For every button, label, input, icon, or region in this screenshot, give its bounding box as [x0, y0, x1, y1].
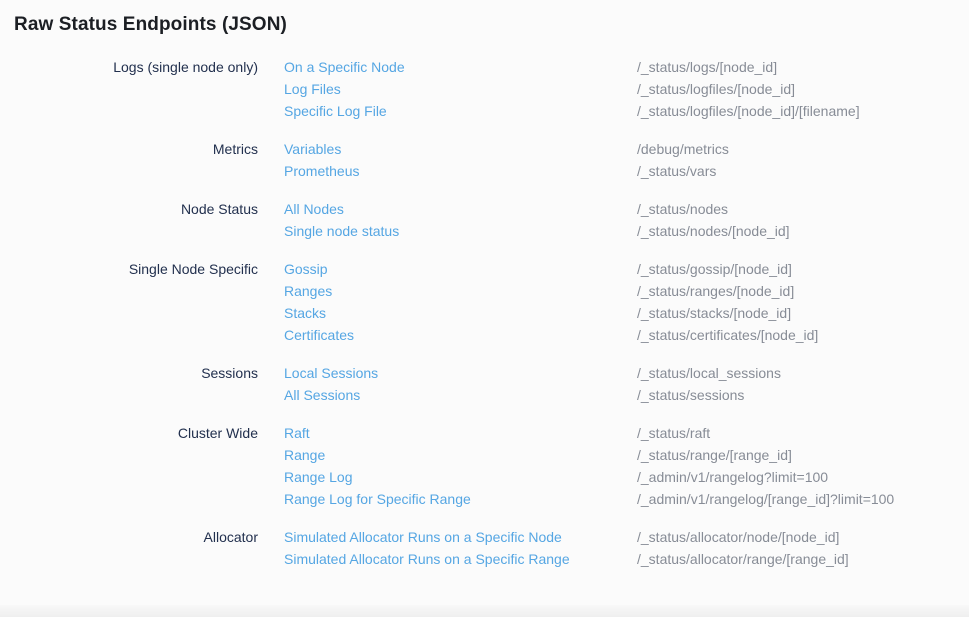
category-label: Single Node Specific — [0, 258, 258, 280]
endpoint-rows: Variables/debug/metricsPrometheus/_statu… — [284, 138, 729, 182]
endpoint-link[interactable]: All Sessions — [284, 384, 637, 406]
endpoint-link[interactable]: Gossip — [284, 258, 637, 280]
endpoint-link[interactable]: Variables — [284, 138, 637, 160]
endpoint-path: /_status/logfiles/[node_id] — [637, 78, 795, 100]
endpoint-path: /_status/vars — [637, 160, 716, 182]
endpoint-row: Simulated Allocator Runs on a Specific R… — [284, 548, 849, 570]
page-bottom-edge — [0, 605, 969, 617]
endpoint-row: All Nodes/_status/nodes — [284, 198, 790, 220]
endpoint-group: Logs (single node only) On a Specific Nod… — [0, 56, 969, 122]
endpoint-link[interactable]: Certificates — [284, 324, 637, 346]
endpoint-link[interactable]: Local Sessions — [284, 362, 637, 384]
endpoint-path: /_status/raft — [637, 422, 710, 444]
endpoint-path: /_status/certificates/[node_id] — [637, 324, 818, 346]
category-label: Sessions — [0, 362, 258, 384]
endpoint-link[interactable]: Simulated Allocator Runs on a Specific R… — [284, 548, 637, 570]
endpoint-row: All Sessions/_status/sessions — [284, 384, 781, 406]
page-title: Raw Status Endpoints (JSON) — [14, 14, 969, 36]
endpoint-path: /_status/logfiles/[node_id]/[filename] — [637, 100, 860, 122]
category-label: Cluster Wide — [0, 422, 258, 444]
endpoint-row: Variables/debug/metrics — [284, 138, 729, 160]
endpoint-path: /debug/metrics — [637, 138, 729, 160]
endpoint-link[interactable]: Single node status — [284, 220, 637, 242]
endpoint-row: Specific Log File/_status/logfiles/[node… — [284, 100, 860, 122]
endpoint-link[interactable]: On a Specific Node — [284, 56, 637, 78]
endpoint-link[interactable]: Stacks — [284, 302, 637, 324]
endpoint-rows: On a Specific Node/_status/logs/[node_id… — [284, 56, 860, 122]
endpoint-link[interactable]: Log Files — [284, 78, 637, 100]
endpoint-path: /_status/sessions — [637, 384, 744, 406]
endpoint-group: Sessions Local Sessions/_status/local_ses… — [0, 362, 969, 406]
endpoint-row: Prometheus/_status/vars — [284, 160, 729, 182]
endpoint-group: Allocator Simulated Allocator Runs on a S… — [0, 526, 969, 570]
endpoint-row: Gossip/_status/gossip/[node_id] — [284, 258, 818, 280]
endpoint-path: /_status/nodes/[node_id] — [637, 220, 790, 242]
endpoint-group: Metrics Variables/debug/metricsPrometheus… — [0, 138, 969, 182]
endpoint-row: Local Sessions/_status/local_sessions — [284, 362, 781, 384]
endpoint-rows: Simulated Allocator Runs on a Specific N… — [284, 526, 849, 570]
endpoint-path: /_status/stacks/[node_id] — [637, 302, 791, 324]
endpoint-link[interactable]: Ranges — [284, 280, 637, 302]
endpoint-row: Log Files/_status/logfiles/[node_id] — [284, 78, 860, 100]
endpoint-rows: Raft/_status/raftRange/_status/range/[ra… — [284, 422, 894, 510]
endpoint-groups: Logs (single node only) On a Specific Nod… — [0, 56, 969, 570]
endpoint-group: Single Node Specific Gossip/_status/gossi… — [0, 258, 969, 346]
endpoint-path: /_status/allocator/range/[range_id] — [637, 548, 849, 570]
endpoint-row: Range/_status/range/[range_id] — [284, 444, 894, 466]
endpoint-path: /_status/local_sessions — [637, 362, 781, 384]
endpoint-rows: Gossip/_status/gossip/[node_id]Ranges/_s… — [284, 258, 818, 346]
endpoint-path: /_status/nodes — [637, 198, 728, 220]
endpoint-row: Raft/_status/raft — [284, 422, 894, 444]
endpoint-row: Simulated Allocator Runs on a Specific N… — [284, 526, 849, 548]
endpoint-row: Single node status/_status/nodes/[node_i… — [284, 220, 790, 242]
endpoint-link[interactable]: Prometheus — [284, 160, 637, 182]
endpoint-row: Certificates/_status/certificates/[node_… — [284, 324, 818, 346]
endpoint-path: /_admin/v1/rangelog?limit=100 — [637, 466, 828, 488]
endpoint-link[interactable]: Range — [284, 444, 637, 466]
endpoint-path: /_status/allocator/node/[node_id] — [637, 526, 839, 548]
category-label: Allocator — [0, 526, 258, 548]
endpoint-link[interactable]: Range Log for Specific Range — [284, 488, 637, 510]
endpoint-path: /_status/gossip/[node_id] — [637, 258, 792, 280]
endpoint-link[interactable]: Simulated Allocator Runs on a Specific N… — [284, 526, 637, 548]
endpoint-link[interactable]: All Nodes — [284, 198, 637, 220]
endpoint-path: /_status/ranges/[node_id] — [637, 280, 794, 302]
endpoint-group: Node Status All Nodes/_status/nodesSingle… — [0, 198, 969, 242]
endpoint-row: Stacks/_status/stacks/[node_id] — [284, 302, 818, 324]
raw-status-endpoints-page: Raw Status Endpoints (JSON) Logs (single… — [0, 14, 969, 570]
endpoint-row: Ranges/_status/ranges/[node_id] — [284, 280, 818, 302]
category-label: Metrics — [0, 138, 258, 160]
endpoint-row: On a Specific Node/_status/logs/[node_id… — [284, 56, 860, 78]
category-label: Logs (single node only) — [0, 56, 258, 78]
endpoint-link[interactable]: Range Log — [284, 466, 637, 488]
endpoint-row: Range Log for Specific Range/_admin/v1/r… — [284, 488, 894, 510]
endpoint-link[interactable]: Specific Log File — [284, 100, 637, 122]
endpoint-row: Range Log/_admin/v1/rangelog?limit=100 — [284, 466, 894, 488]
endpoint-rows: Local Sessions/_status/local_sessionsAll… — [284, 362, 781, 406]
endpoint-path: /_status/range/[range_id] — [637, 444, 792, 466]
endpoint-rows: All Nodes/_status/nodesSingle node statu… — [284, 198, 790, 242]
endpoint-path: /_admin/v1/rangelog/[range_id]?limit=100 — [637, 488, 894, 510]
category-label: Node Status — [0, 198, 258, 220]
endpoint-link[interactable]: Raft — [284, 422, 637, 444]
endpoint-group: Cluster Wide Raft/_status/raftRange/_stat… — [0, 422, 969, 510]
endpoint-path: /_status/logs/[node_id] — [637, 56, 777, 78]
